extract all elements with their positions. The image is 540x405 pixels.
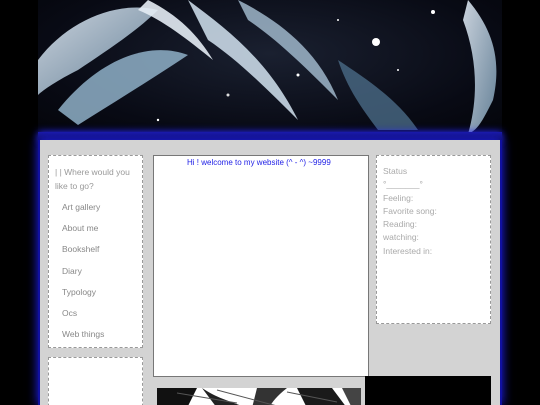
nav-link-about-me[interactable]: About me xyxy=(62,221,136,242)
nav-link-bookshelf[interactable]: Bookshelf xyxy=(62,242,136,263)
nav-link-typology[interactable]: Typology xyxy=(62,285,136,306)
status-panel: Status °_______° Feeling: Favorite song:… xyxy=(376,155,491,324)
status-divider: °_______° xyxy=(383,179,423,190)
secondary-panel xyxy=(48,357,143,405)
status-title: Status xyxy=(383,166,408,176)
status-interested-in: Interested in: xyxy=(383,245,433,256)
nav-link-ocs[interactable]: Ocs xyxy=(62,306,136,327)
dark-overlay-panel xyxy=(365,376,491,405)
navigation-panel: | | Where would you like to go? Art gall… xyxy=(48,155,143,348)
nav-link-art-gallery[interactable]: Art gallery xyxy=(62,200,136,221)
status-reading: Reading: xyxy=(383,219,418,230)
welcome-message: Hi ! welcome to my website (^ - ^) ~9999 xyxy=(187,158,331,167)
nav-title: | | Where would you like to go? xyxy=(55,167,130,191)
status-feeling: Feeling: xyxy=(383,192,414,203)
nav-link-web-things[interactable]: Web things xyxy=(62,327,136,348)
main-content-panel: Hi ! welcome to my website (^ - ^) ~9999 xyxy=(153,155,369,377)
status-watching: watching: xyxy=(383,232,419,243)
status-favorite-song: Favorite song: xyxy=(383,205,437,216)
nav-link-diary[interactable]: Diary xyxy=(62,264,136,285)
manga-panel-image xyxy=(157,388,361,405)
header-banner-image xyxy=(38,0,502,134)
